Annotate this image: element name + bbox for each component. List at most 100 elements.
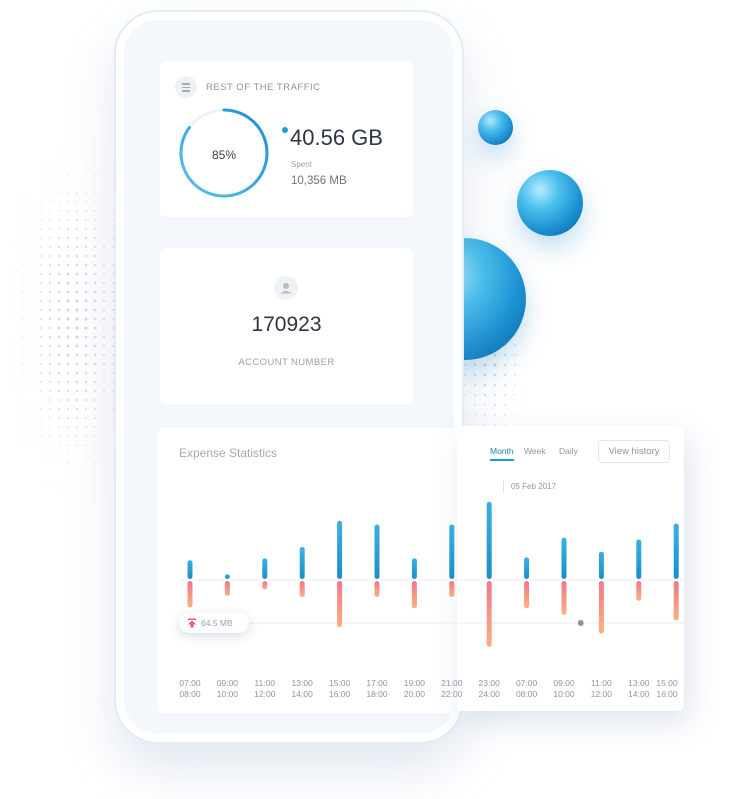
background-dot: [464, 414, 466, 416]
background-dot: [13, 300, 15, 302]
background-dot: [84, 245, 88, 249]
background-dot: [93, 299, 97, 303]
background-dot: [31, 417, 33, 419]
background-dot: [93, 290, 97, 294]
background-dot: [94, 192, 96, 194]
bar-positive: [449, 524, 455, 579]
background-dot: [93, 254, 97, 258]
background-dot: [76, 498, 78, 500]
background-dot: [48, 344, 52, 348]
background-dot: [503, 363, 507, 367]
background-dot: [49, 399, 51, 401]
background-dot: [66, 326, 70, 330]
background-dot: [48, 326, 52, 330]
background-dot: [13, 255, 15, 257]
expense-title: Expense Statistics: [179, 446, 278, 460]
background-dot: [474, 414, 476, 416]
background-dot: [22, 390, 24, 392]
background-dot: [85, 417, 87, 419]
background-dot: [49, 156, 51, 158]
background-dot: [493, 403, 497, 407]
background-dot: [75, 380, 79, 384]
bar-negative: [486, 581, 492, 647]
background-dot: [31, 300, 33, 302]
background-dot: [75, 272, 79, 276]
background-dot: [85, 480, 87, 482]
bar-negative: [299, 581, 305, 597]
background-dot: [93, 398, 97, 402]
background-dot: [94, 165, 96, 167]
tab-daily[interactable]: Daily: [559, 446, 578, 456]
bar-positive: [187, 560, 193, 579]
background-dot: [22, 354, 24, 356]
bar-negative: [337, 581, 343, 628]
background-dot: [49, 489, 51, 491]
background-dot: [94, 210, 96, 212]
background-dot: [103, 444, 105, 446]
background-dot: [49, 426, 51, 428]
background-dot: [85, 147, 87, 149]
background-dot: [31, 174, 33, 176]
background-dot: [75, 398, 79, 402]
background-dot: [85, 174, 87, 176]
background-dot: [13, 399, 15, 401]
background-dot: [103, 174, 105, 176]
background-dot: [22, 210, 24, 212]
background-dot: [66, 416, 70, 420]
background-dot: [39, 308, 43, 312]
time-axis-label: 13:00 14:00: [291, 678, 313, 699]
background-dot: [49, 453, 51, 455]
background-dot: [84, 326, 88, 330]
background-dot: [13, 264, 15, 266]
background-dot: [76, 138, 78, 140]
background-dot: [58, 138, 60, 140]
background-dot: [58, 192, 60, 194]
background-dot: [66, 245, 70, 249]
background-dot: [40, 264, 42, 266]
background-dot: [93, 326, 97, 330]
background-dot: [484, 414, 486, 416]
background-dot: [13, 291, 15, 293]
time-axis-label: 09:00 10:00: [553, 678, 575, 699]
background-dot: [67, 156, 69, 158]
background-dot: [94, 435, 96, 437]
background-dot: [85, 462, 87, 464]
traffic-title: REST OF THE TRAFFIC: [206, 82, 321, 93]
background-dot: [85, 192, 87, 194]
background-dot: [93, 335, 97, 339]
view-history-button[interactable]: View history: [598, 440, 670, 463]
background-dot: [93, 236, 97, 240]
background-dot: [503, 373, 507, 377]
background-dot: [31, 291, 33, 293]
background-dot: [524, 364, 526, 366]
background-dot: [94, 480, 96, 482]
background-dot: [22, 282, 24, 284]
background-dot: [67, 219, 69, 221]
background-dot: [58, 183, 60, 185]
background-dot: [493, 353, 497, 357]
traffic-progress-label: 85%: [211, 148, 237, 162]
background-dot: [57, 335, 61, 339]
bar-positive: [486, 501, 492, 579]
background-dot: [40, 426, 42, 428]
background-dot: [22, 228, 24, 230]
background-dot: [85, 201, 87, 203]
tab-week[interactable]: Week: [524, 446, 546, 456]
background-dot: [48, 290, 52, 294]
background-dot: [483, 383, 487, 387]
background-dot: [84, 407, 88, 411]
background-dot: [13, 327, 15, 329]
tab-month[interactable]: Month: [490, 446, 514, 456]
background-dot: [22, 264, 24, 266]
background-dot: [31, 273, 33, 275]
background-dot: [57, 371, 61, 375]
bar-positive: [224, 574, 230, 579]
background-dot: [103, 201, 105, 203]
background-dot: [39, 326, 43, 330]
background-dot: [103, 210, 105, 212]
background-dot: [94, 138, 96, 140]
background-dot: [40, 237, 42, 239]
background-dot: [22, 300, 24, 302]
background-dot: [524, 314, 526, 316]
background-dot: [103, 399, 105, 401]
